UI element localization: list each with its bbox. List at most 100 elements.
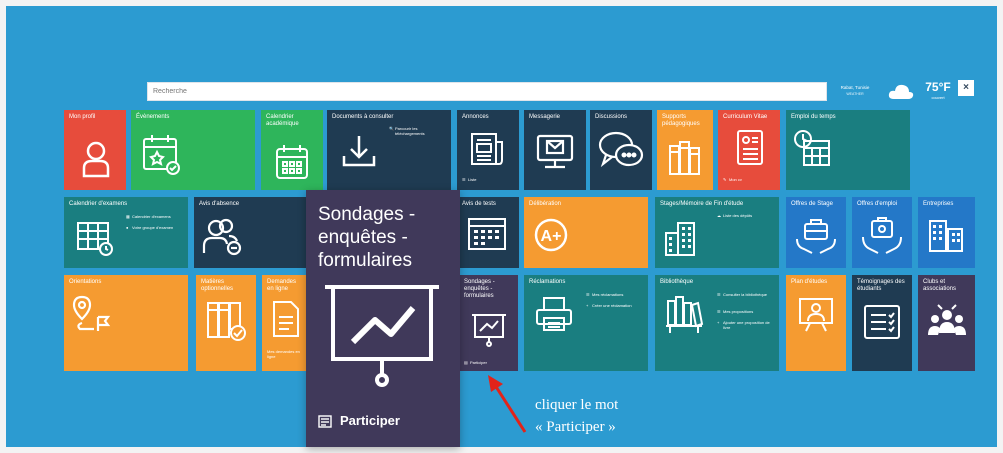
tile-temoignages[interactable]: Témoignages des étudiants xyxy=(852,275,912,371)
tile-title: Curriculum Vitae xyxy=(723,114,768,120)
books-icon xyxy=(668,138,702,178)
edit-icon: ✎ xyxy=(723,177,727,182)
tile-calendrier-academique[interactable]: Calendrier académique xyxy=(261,110,323,190)
plus-icon: + xyxy=(717,320,720,325)
tile-supports-pedagogiques[interactable]: Supports pédagogiques xyxy=(657,110,713,190)
tile-title: Entreprises xyxy=(923,201,954,207)
calendrier-examens-link[interactable]: Calendrier d'examens xyxy=(132,214,184,219)
grade-a-plus-icon: A+ xyxy=(533,217,569,253)
presentation-chart-icon xyxy=(323,282,441,388)
mes-propositions-link[interactable]: Mes propositions xyxy=(723,309,775,314)
mon-cv-link[interactable]: Mon cv xyxy=(729,177,742,182)
annotation-line-1: cliquer le mot xyxy=(535,397,619,413)
tile-title: Mon profil xyxy=(69,114,96,120)
tile-calendrier-examens[interactable]: Calendrier d'examens ▦ Calendrier d'exam… xyxy=(64,197,188,268)
tile-clubs-associations[interactable]: Clubs et associations xyxy=(918,275,975,371)
route-flag-icon xyxy=(72,295,112,337)
mes-demandes-link[interactable]: Mes demandes en ligne xyxy=(267,349,305,359)
tile-title: Messagerie xyxy=(529,114,561,120)
tile-title: Avis de tests xyxy=(462,201,496,207)
team-icon xyxy=(926,303,968,345)
library-shelf-icon xyxy=(664,295,704,335)
tile-title: Plan d'études xyxy=(791,279,828,285)
chat-bubbles-icon xyxy=(596,128,646,172)
schedule-clock-icon xyxy=(792,127,832,169)
tile-title: Supports pédagogiques xyxy=(662,114,700,127)
tile-title: Stages/Mémoire de Fin d'étude xyxy=(660,201,744,207)
document-edit-icon xyxy=(271,299,301,339)
tile-title: Sondages - enquêtes - formulaires xyxy=(464,279,495,299)
tile-messagerie[interactable]: Messagerie xyxy=(524,110,586,190)
user-icon xyxy=(81,140,111,178)
calendar-table-icon xyxy=(76,221,114,257)
tile-curriculum-vitae[interactable]: Curriculum Vitae ✎ Mon cv xyxy=(718,110,780,190)
participer-button[interactable]: Participer xyxy=(318,412,438,434)
sondages-popup[interactable]: Sondages - enquêtes - formulaires Partic… xyxy=(306,190,460,447)
tile-demandes-en-ligne[interactable]: Demandes en ligne Mes demandes en ligne xyxy=(262,275,306,371)
mail-screen-icon xyxy=(534,132,576,172)
calendar-star-icon xyxy=(140,132,182,176)
tile-offres-stage[interactable]: Offres de Stage xyxy=(786,197,846,268)
tile-emploi-du-temps[interactable]: Emploi du temps xyxy=(786,110,910,190)
tile-title: Emploi du temps xyxy=(791,114,836,120)
svg-text:A+: A+ xyxy=(541,228,562,245)
liste-link[interactable]: Liste xyxy=(468,177,476,182)
tile-title: Réclamations xyxy=(529,279,566,285)
newspaper-icon xyxy=(469,130,505,168)
tile-title: Demandes en ligne xyxy=(267,279,297,292)
groupe-examen-link[interactable]: Votre groupe d'examen xyxy=(132,225,184,230)
liste-depots-link[interactable]: Liste des dépôts xyxy=(723,213,773,218)
participer-link[interactable]: Participer xyxy=(470,360,487,365)
tile-orientations[interactable]: Orientations xyxy=(64,275,188,371)
tile-title: Calendrier d'examens xyxy=(69,201,128,207)
tile-title: Matières optionnelles xyxy=(201,279,234,292)
tile-offres-emploi[interactable]: Offres d'emploi xyxy=(852,197,912,268)
mes-reclamations-link[interactable]: Mes réclamations xyxy=(592,292,644,297)
tile-avis-absence[interactable]: Avis d'absence xyxy=(194,197,306,268)
tile-deliberation[interactable]: Délibération A+ xyxy=(524,197,648,268)
list-icon: ☰ xyxy=(717,309,721,314)
tile-title: Documents à consulter xyxy=(332,114,394,120)
tile-title: Bibliothèque xyxy=(660,279,694,285)
tile-title: Clubs et associations xyxy=(923,279,957,292)
ajouter-proposition-link[interactable]: Ajouter une proposition de livre xyxy=(723,320,775,330)
tile-title: Témoignages des étudiants xyxy=(857,279,905,292)
tile-annonces[interactable]: Annonces ☰ Liste xyxy=(457,110,519,190)
tile-discussions[interactable]: Discussions xyxy=(590,110,652,190)
tile-documents[interactable]: Documents à consulter 🔍 Parcourir les té… xyxy=(327,110,451,190)
tile-title: Calendrier académique xyxy=(266,114,299,127)
plus-icon: + xyxy=(586,303,589,308)
grid-icon: ▦ xyxy=(126,214,130,219)
close-button[interactable]: × xyxy=(958,80,974,96)
tile-stages-memoire[interactable]: Stages/Mémoire de Fin d'étude ☁ Liste de… xyxy=(655,197,779,268)
creer-reclamation-link[interactable]: Créer une réclamation xyxy=(592,303,644,308)
search-input[interactable] xyxy=(147,82,827,101)
parcourir-link[interactable]: Parcourir les téléchargements xyxy=(395,126,447,136)
participer-label: Participer xyxy=(340,413,400,428)
calendar-grid-icon xyxy=(467,217,507,253)
briefcase-hands-icon xyxy=(794,213,838,257)
consulter-bibliotheque-link[interactable]: Consulter la bibliothèque xyxy=(723,292,775,297)
popup-title: Sondages - enquêtes - formulaires xyxy=(318,204,416,271)
instruction-annotation: cliquer le mot « Participer » xyxy=(535,394,755,438)
tile-plan-etudes[interactable]: Plan d'études xyxy=(786,275,846,371)
tile-evenements[interactable]: Évènements xyxy=(131,110,255,190)
list-icon: ☰ xyxy=(586,292,590,297)
tile-mon-profil[interactable]: Mon profil xyxy=(64,110,126,190)
teacher-board-icon xyxy=(796,295,836,335)
tile-matieres-optionnelles[interactable]: Matières optionnelles xyxy=(196,275,256,371)
tile-sondages[interactable]: Sondages - enquêtes - formulaires ▤ Part… xyxy=(459,275,518,371)
tile-bibliotheque[interactable]: Bibliothèque ☰ Consulter la bibliothèque… xyxy=(655,275,779,371)
tile-title: Offres de Stage xyxy=(791,201,833,207)
participate-icon xyxy=(318,415,332,428)
list-icon: ☰ xyxy=(462,177,466,182)
cloud-upload-icon: ☁ xyxy=(717,213,721,218)
tile-entreprises[interactable]: Entreprises xyxy=(918,197,975,268)
participate-icon: ▤ xyxy=(464,360,468,365)
users-minus-icon xyxy=(202,217,244,257)
annotation-line-2: « Participer » xyxy=(535,419,616,435)
tile-reclamations[interactable]: Réclamations ☰ Mes réclamations + Créer … xyxy=(524,275,648,371)
tile-avis-tests[interactable]: Avis de tests xyxy=(457,197,519,268)
weather-location: Rabat, Tunisie WEATHER xyxy=(835,85,875,97)
building-icon xyxy=(663,219,697,257)
